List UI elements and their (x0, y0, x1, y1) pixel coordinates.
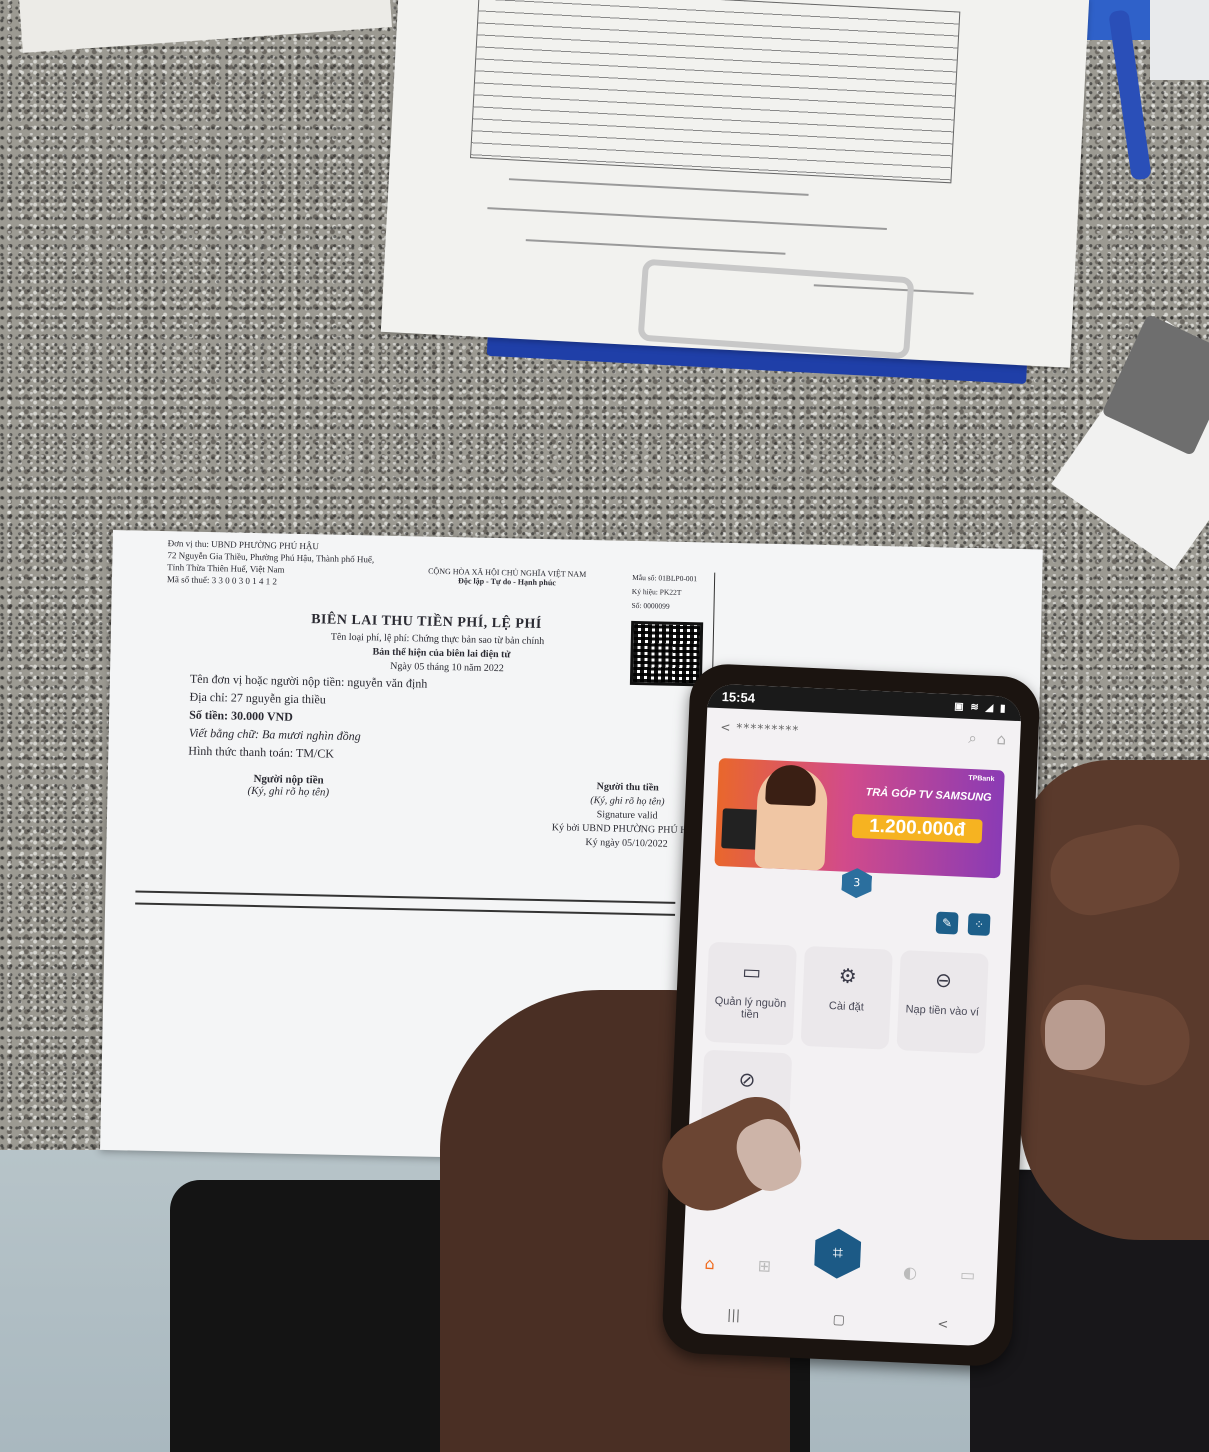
phone-screen: 15:54 ▣ ≋ ◢ ▮ < ********* ⌕ ⌂ TPBank TRẢ… (679, 683, 1023, 1347)
banner-headline: TRẢ GÓP TV SAMSUNG (865, 786, 992, 804)
receipt-number: Số: 0000099 (631, 600, 670, 611)
home-nav-icon[interactable]: ▢ (832, 1312, 845, 1328)
model-hair (765, 764, 817, 807)
status-icons: ▣ ≋ ◢ ▮ (953, 700, 1008, 715)
status-time: 15:54 (721, 688, 756, 706)
back-icon[interactable]: < (937, 1317, 949, 1332)
payer-name: Tên đơn vị hoặc người nộp tiền: nguyễn v… (189, 671, 428, 691)
fingernail (1045, 1000, 1105, 1070)
tile-label: Quản lý nguồn tiền (714, 995, 787, 1021)
brand-logo: TPBank (968, 774, 995, 784)
piggy-icon[interactable]: ◐ (903, 1262, 918, 1282)
tile-topup[interactable]: ⊖ Nạp tiền vào ví (896, 950, 989, 1054)
footer-line-2 (135, 902, 676, 916)
photo-scene: Đơn vị thu: UBND PHƯỜNG PHÚ HẬU 72 Nguyễ… (0, 0, 1209, 1452)
home-icon[interactable]: ⌂ (704, 1253, 715, 1272)
tile-label: Cài đặt (828, 1000, 865, 1014)
fee-type: Tên loại phí, lệ phí: Chứng thực bản sao… (330, 631, 545, 648)
payer-address: Địa chỉ: 27 nguyễn gia thiều (189, 689, 326, 707)
smartphone: 15:54 ▣ ≋ ◢ ▮ < ********* ⌕ ⌂ TPBank TRẢ… (661, 662, 1041, 1368)
account-number[interactable]: < ********* (720, 720, 799, 737)
recents-icon[interactable]: ||| (727, 1307, 741, 1323)
qr-code (629, 620, 704, 687)
receipt-unit: Đơn vị thu: UBND PHƯỜNG PHÚ HẬU 72 Nguyễ… (167, 537, 428, 590)
bottom-tab-bar: ⌂ ⊞ ⌗ ◐ ▭ (682, 1237, 998, 1301)
android-nav-bar: ||| ▢ < (680, 1293, 995, 1347)
tile-funds[interactable]: ▭ Quản lý nguồn tiền (704, 941, 797, 1046)
search-icon[interactable]: ⌕ (968, 729, 977, 747)
payer-signature-block: Người nộp tiền (Ký, ghi rõ họ tên) (247, 773, 329, 799)
banner-price: 1.200.000đ (851, 813, 983, 844)
receipt-country-header: CỘNG HÒA XÃ HỘI CHỦ NGHĨA VIỆT NAM Độc l… (412, 566, 602, 588)
wallet-tab-icon[interactable]: ▭ (960, 1265, 976, 1285)
amount: Số tiền: 30.000 VND (189, 707, 294, 724)
edit-icon[interactable]: ✎ (935, 911, 959, 935)
tile-settings[interactable]: ⚙ Cài đặt (800, 945, 893, 1050)
gear-icon: ⚙ (838, 965, 858, 989)
card-icon: ▭ (741, 961, 762, 985)
receipt-meta: Mẫu số: 01BLP0-001 Ký hiệu: PK22T Số: 00… (631, 571, 732, 615)
bell-icon[interactable]: ⌂ (996, 730, 1006, 748)
scan-qr-icon[interactable]: ⌗ (814, 1228, 862, 1280)
amount-words: Viết bằng chữ: Ba mươi nghìn đồng (188, 725, 361, 744)
tile-label: Nạp tiền vào ví (905, 1003, 980, 1019)
white-box (1150, 0, 1209, 80)
payment-method: Hình thức thanh toán: TM/CK (188, 743, 335, 761)
report-table (469, 0, 961, 184)
receipt-date: Ngày 05 tháng 10 năm 2022 (390, 660, 504, 675)
promo-banner[interactable]: TPBank TRẢ GÓP TV SAMSUNG 1.200.000đ (714, 758, 1005, 879)
grid-icon[interactable]: ⁘ (967, 913, 991, 936)
transfer-icon: ⊘ (738, 1069, 756, 1092)
electronic-note: Bản thể hiện của biên lai điện tử (372, 646, 511, 661)
wallet-icon: ⊖ (934, 969, 953, 993)
receipt-title: BIÊN LAI THU TIỀN PHÍ, LỆ PHÍ (311, 612, 542, 632)
footer-line (135, 890, 676, 904)
payer-sign-note: (Ký, ghi rõ họ tên) (247, 784, 330, 799)
gift-icon[interactable]: ⊞ (757, 1256, 771, 1276)
